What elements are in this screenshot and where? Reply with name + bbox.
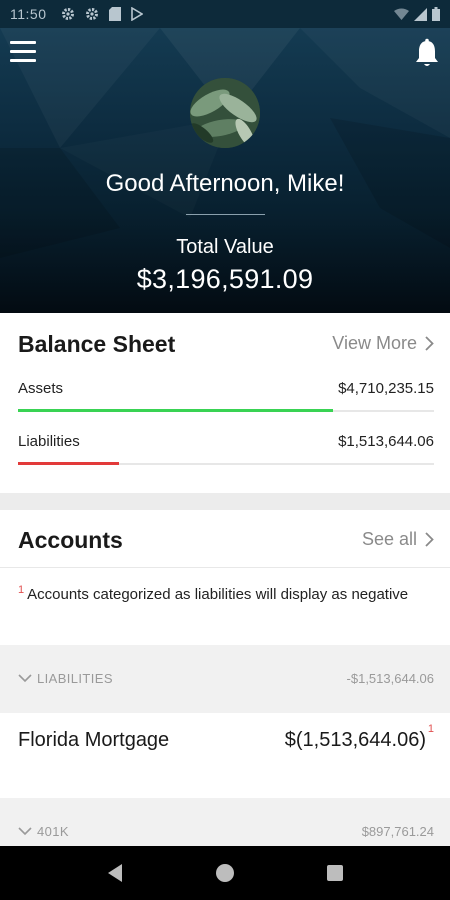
back-triangle-icon[interactable]	[95, 853, 135, 893]
note-marker: 1	[18, 584, 25, 596]
chevron-right-icon	[425, 532, 434, 547]
accounts-header-divider	[0, 567, 450, 568]
group-total: $897,761.24	[361, 824, 434, 839]
account-marker: 1	[427, 723, 434, 735]
gear-icon	[61, 8, 74, 20]
group-row-liabilities[interactable]: LIABILITIES -$1,513,644.06	[0, 645, 450, 713]
view-more-link[interactable]: View More	[332, 333, 434, 354]
liabilities-bar-track	[18, 462, 434, 465]
balance-sheet-title: Balance Sheet	[18, 331, 176, 357]
account-row-florida-mortgage[interactable]: Florida Mortgage $(1,513,644.06) 1	[0, 713, 450, 798]
assets-label: Assets	[18, 380, 64, 397]
assets-bar-fill	[18, 409, 333, 412]
liabilities-bar-fill	[18, 462, 120, 465]
battery-icon	[432, 7, 440, 21]
home-circle-icon[interactable]	[205, 853, 245, 893]
avatar[interactable]	[190, 78, 260, 148]
liabilities-note: 1 Accounts categorized as liabilities wil…	[18, 580, 418, 605]
chevron-down-icon	[18, 827, 32, 836]
status-time: 11:50	[10, 6, 47, 22]
accounts-title: Accounts	[18, 527, 123, 553]
gear-icon	[85, 8, 98, 20]
header-divider	[186, 214, 265, 215]
play-store-icon	[130, 7, 143, 21]
group-label: 401K	[18, 824, 69, 839]
total-value-amount: $3,196,591.09	[136, 264, 314, 294]
assets-value: $4,710,235.15	[338, 380, 434, 397]
signal-icon	[414, 7, 427, 21]
account-value: $(1,513,644.06)	[284, 729, 426, 751]
hamburger-menu-icon[interactable]	[10, 41, 36, 63]
group-label: LIABILITIES	[18, 671, 113, 686]
wifi-icon	[394, 8, 409, 20]
account-name: Florida Mortgage	[18, 729, 170, 751]
accounts-card: Accounts See all 1 Accounts categorized a…	[0, 510, 450, 866]
greeting: Good Afternoon, Mike!	[105, 170, 345, 197]
see-all-label: See all	[361, 529, 417, 549]
chevron-right-icon	[425, 336, 434, 351]
assets-bar-track	[18, 409, 434, 412]
total-value-label: Total Value	[176, 236, 274, 258]
balance-sheet-card: Balance Sheet View More Assets $4,710,23…	[0, 313, 450, 493]
status-bar: 11:50	[0, 0, 450, 28]
chevron-down-icon	[18, 674, 32, 683]
bell-icon[interactable]	[414, 38, 440, 68]
view-more-label: View More	[332, 333, 417, 353]
liabilities-label: Liabilities	[18, 433, 80, 450]
group-name: LIABILITIES	[37, 671, 113, 686]
recents-square-icon[interactable]	[315, 853, 355, 893]
sd-card-icon	[108, 7, 121, 21]
see-all-link[interactable]: See all	[362, 529, 434, 550]
note-text: Accounts categorized as liabilities will…	[27, 586, 409, 603]
group-name: 401K	[37, 824, 69, 839]
dashboard-header: Good Afternoon, Mike! Total Value $3,196…	[0, 28, 450, 313]
group-total: -$1,513,644.06	[346, 671, 434, 686]
system-nav-bar	[0, 846, 450, 900]
avatar-image	[190, 78, 260, 148]
liabilities-value: $1,513,644.06	[338, 433, 434, 450]
